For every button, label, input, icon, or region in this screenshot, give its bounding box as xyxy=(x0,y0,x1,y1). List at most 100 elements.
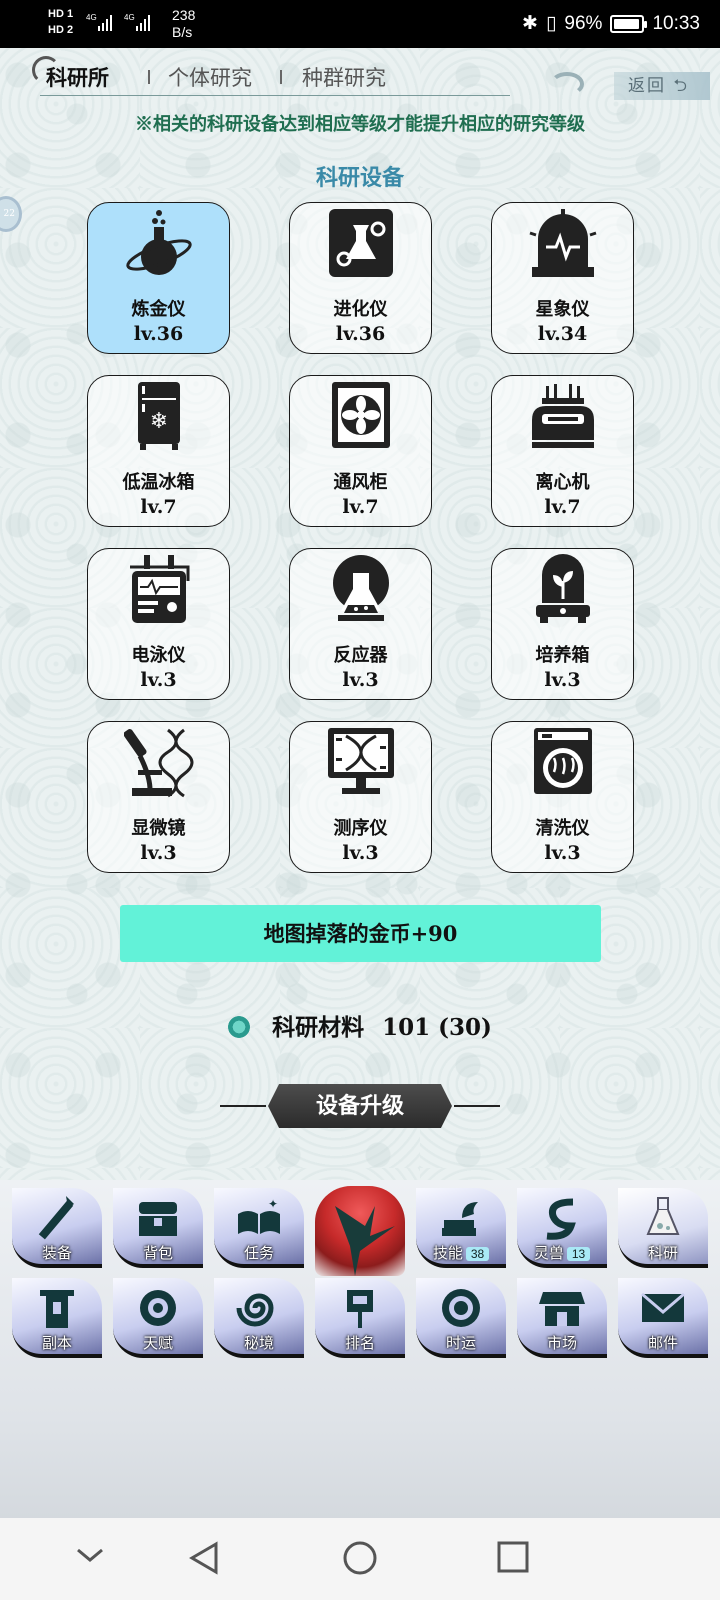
recents-square-icon[interactable] xyxy=(496,1540,530,1574)
vibrate-icon: ▯ xyxy=(545,13,557,34)
net2-label: 4G xyxy=(124,13,135,22)
menu-label: 邮件 xyxy=(647,1334,678,1352)
device-level: lv.7 xyxy=(140,496,177,518)
shop-icon xyxy=(539,1292,585,1326)
back-triangle-icon[interactable] xyxy=(188,1540,220,1576)
device-name: 测序仪 xyxy=(333,818,388,839)
tab-population-research[interactable]: 种群研究 xyxy=(302,62,386,92)
gear-icon xyxy=(140,1290,176,1326)
upgrade-button[interactable]: 设备升级 xyxy=(268,1084,452,1128)
material-amount: 101 xyxy=(382,1014,431,1041)
device-level: lv.3 xyxy=(544,669,581,691)
device-name: 显微镜 xyxy=(131,818,186,839)
menu-secret-realm[interactable]: 秘境 xyxy=(214,1278,304,1358)
device-level: lv.34 xyxy=(537,323,588,345)
device-name: 星象仪 xyxy=(535,299,590,320)
device-level: lv.3 xyxy=(342,669,379,691)
device-microscope[interactable]: 显微镜 lv.3 xyxy=(87,721,230,873)
back-swirl-icon xyxy=(550,72,584,96)
clock: 10:33 xyxy=(652,12,700,34)
nav-divider xyxy=(148,70,150,84)
top-nav: 科研所 个体研究 种群研究 xyxy=(0,52,720,98)
menu-ranking[interactable]: 排名 xyxy=(315,1278,405,1358)
menu-mail[interactable]: 邮件 xyxy=(618,1278,708,1358)
home-circle-icon[interactable] xyxy=(342,1540,378,1576)
menu-skill[interactable]: 技能 38 xyxy=(416,1188,506,1268)
nav-underline xyxy=(40,95,510,96)
device-fume-hood[interactable]: 通风柜 lv.7 xyxy=(289,375,432,527)
menu-label-text: 灵兽 xyxy=(533,1244,564,1262)
mail-icon xyxy=(641,1292,685,1322)
back-arrow-icon: ⮌ xyxy=(673,76,690,96)
menu-label: 天赋 xyxy=(142,1334,173,1352)
menu-label: 科研 xyxy=(647,1244,678,1262)
signal-icon: 4G 4G xyxy=(86,13,150,31)
material-icon xyxy=(228,1016,251,1038)
sim1-label: HD 1 xyxy=(48,8,74,20)
device-name: 电泳仪 xyxy=(131,645,186,666)
device-name: 炼金仪 xyxy=(131,299,186,320)
chest-icon xyxy=(139,1202,177,1236)
device-electrophoresis[interactable]: 电泳仪 lv.3 xyxy=(87,548,230,700)
skill-badge: 38 xyxy=(465,1247,490,1261)
menu-label: 副本 xyxy=(41,1334,72,1352)
status-right: ✱ ▯ 96% 10:33 xyxy=(522,12,700,35)
device-reactor[interactable]: 反应器 lv.3 xyxy=(289,548,432,700)
tab-research-institute[interactable]: 科研所 xyxy=(46,62,109,92)
menu-label-text: 技能 xyxy=(432,1244,463,1262)
device-freezer[interactable]: ❄ 低温冰箱 lv.7 xyxy=(87,375,230,527)
svg-text:✦: ✦ xyxy=(268,1197,278,1211)
device-name: 低温冰箱 xyxy=(122,472,195,493)
device-sequencer[interactable]: 测序仪 lv.3 xyxy=(289,721,432,873)
device-level: lv.3 xyxy=(342,842,379,864)
menu-bag[interactable]: 背包 xyxy=(113,1188,203,1268)
device-name: 培养箱 xyxy=(535,645,590,666)
tab-individual-research[interactable]: 个体研究 xyxy=(168,62,252,92)
device-level: lv.3 xyxy=(140,842,177,864)
menu-market[interactable]: 市场 xyxy=(517,1278,607,1358)
battery-percent: 96% xyxy=(564,12,603,34)
device-incubator[interactable]: 培养箱 lv.3 xyxy=(491,548,634,700)
device-evolution[interactable]: 进化仪 lv.36 xyxy=(289,202,432,354)
banner-icon xyxy=(347,1290,373,1328)
fume-hood-icon xyxy=(332,382,390,448)
back-label: 返回 xyxy=(628,76,666,96)
collapse-chevron-icon[interactable] xyxy=(74,1540,106,1572)
menu-fortune[interactable]: 时运 xyxy=(416,1278,506,1358)
device-centrifuge[interactable]: 离心机 lv.7 xyxy=(491,375,634,527)
menu-talent[interactable]: 天赋 xyxy=(113,1278,203,1358)
device-astrology[interactable]: 星象仪 lv.34 xyxy=(491,202,634,354)
device-level: lv.7 xyxy=(544,496,581,518)
flask-icon xyxy=(646,1197,680,1235)
bonus-bar: 地图掉落的金币+90 xyxy=(120,905,601,962)
menu-spirit-beast[interactable]: 灵兽 13 xyxy=(517,1188,607,1268)
microscope-icon xyxy=(124,728,194,798)
skill-dragon-icon xyxy=(442,1202,478,1236)
menu-dungeon[interactable]: 副本 xyxy=(12,1278,102,1358)
device-washer[interactable]: 清洗仪 lv.3 xyxy=(491,721,634,873)
sim2-label: HD 2 xyxy=(48,24,74,36)
ornament-line-right xyxy=(454,1105,500,1107)
back-button[interactable]: 返回 ⮌ xyxy=(614,72,710,100)
material-extra: (30) xyxy=(438,1014,492,1041)
device-name: 清洗仪 xyxy=(535,818,590,839)
beast-badge: 13 xyxy=(566,1247,591,1261)
incubator-icon xyxy=(536,554,590,623)
net1-label: 4G xyxy=(86,13,97,22)
menu-label: 技能 38 xyxy=(416,1242,506,1263)
torch-icon xyxy=(38,1196,74,1240)
menu-center-star[interactable] xyxy=(315,1186,405,1276)
alchemy-flask-icon xyxy=(126,210,192,275)
status-bar: HD 1 HD 2 4G 4G 238 B/s ✱ ▯ 96% 10:33 xyxy=(0,0,720,48)
menu-equipment[interactable]: 装备 xyxy=(12,1188,102,1268)
system-nav-bar xyxy=(0,1518,720,1600)
nav-divider xyxy=(280,70,282,84)
device-level: lv.36 xyxy=(133,323,184,345)
device-level: lv.3 xyxy=(140,669,177,691)
fortune-wheel-icon xyxy=(442,1289,480,1327)
sequencer-icon xyxy=(328,728,394,794)
menu-quest[interactable]: ✦ 任务 xyxy=(214,1188,304,1268)
svg-text:❄: ❄ xyxy=(150,409,168,434)
menu-research[interactable]: 科研 xyxy=(618,1188,708,1268)
device-alchemy[interactable]: 炼金仪 lv.36 xyxy=(87,202,230,354)
